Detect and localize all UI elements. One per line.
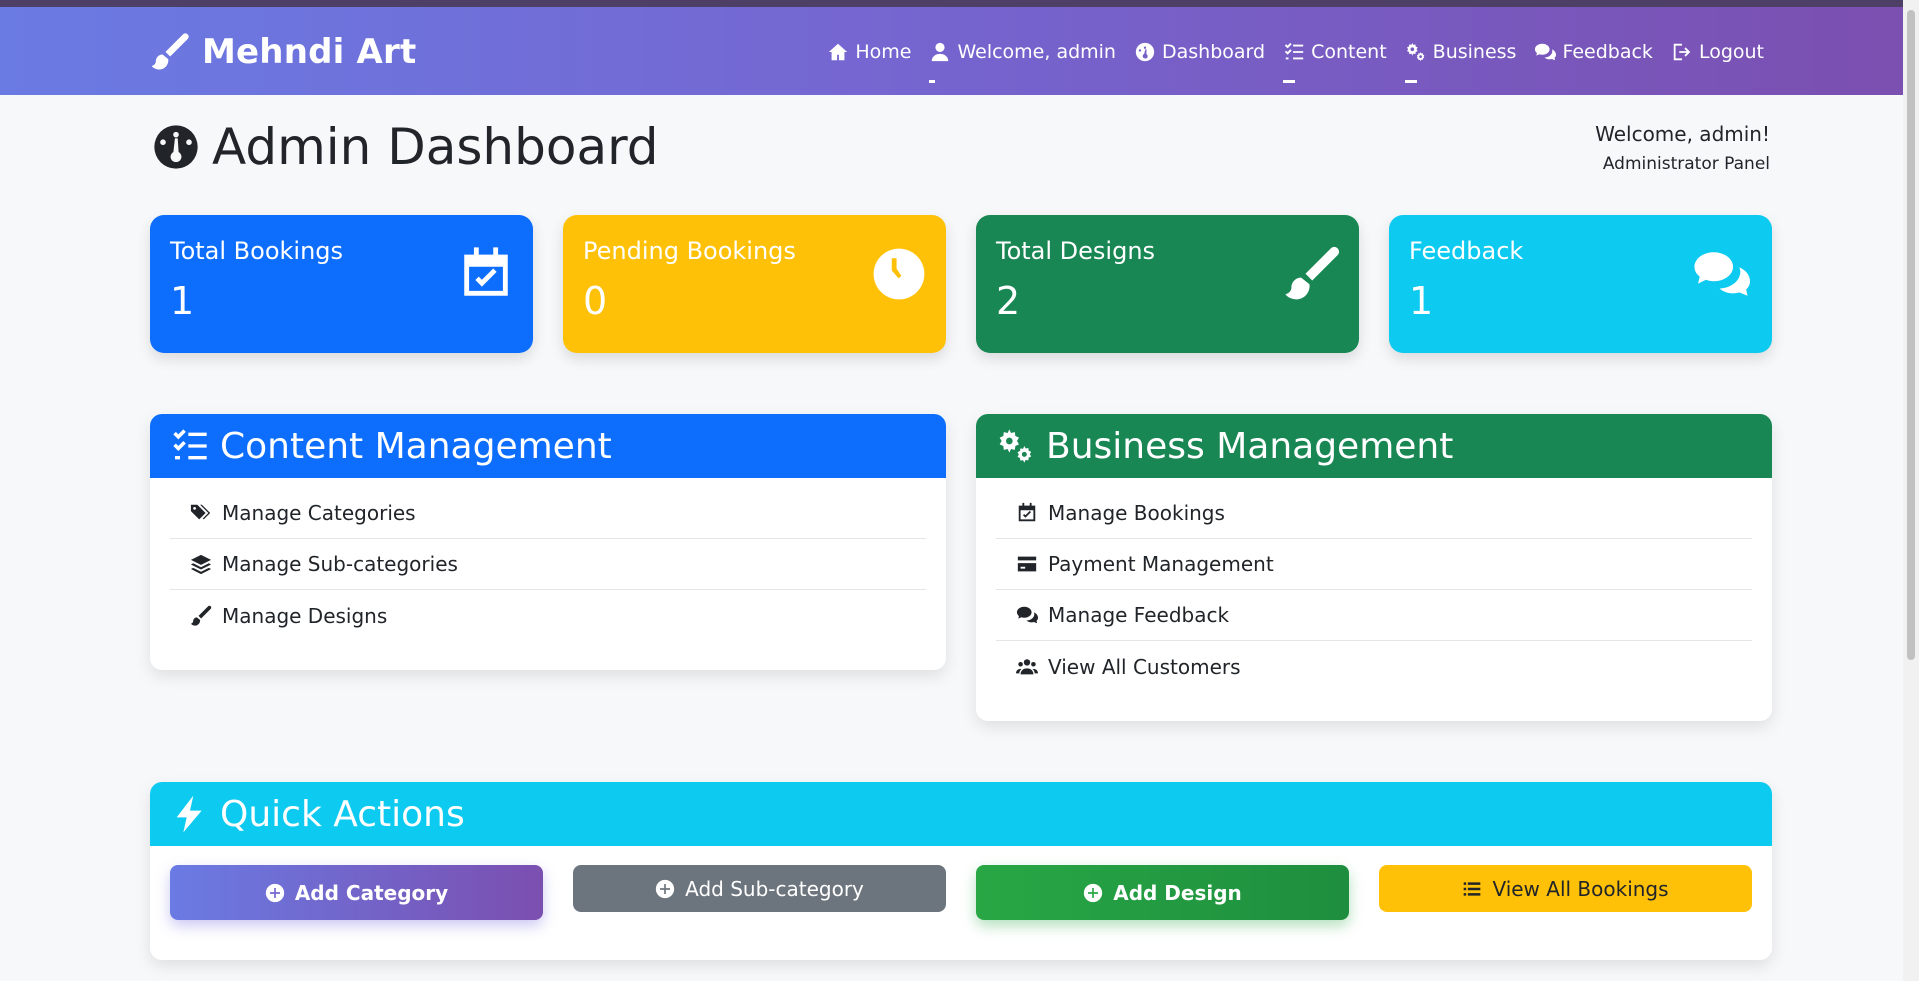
dropdown-indicator	[1404, 80, 1417, 83]
nav-dashboard[interactable]: Dashboard	[1134, 41, 1265, 63]
comments-icon	[1688, 245, 1754, 303]
add-design-button[interactable]: Add Design	[976, 865, 1349, 920]
stat-card-feedback: Feedback 1	[1389, 215, 1772, 353]
nav-feedback[interactable]: Feedback	[1534, 41, 1653, 63]
list-check-icon	[1284, 42, 1304, 60]
list-item-label: Manage Categories	[222, 501, 416, 525]
panel-title: Content Management	[220, 425, 612, 467]
manage-categories-link[interactable]: Manage Categories	[170, 488, 926, 539]
panel-title: Quick Actions	[220, 793, 465, 835]
list-item-label: View All Customers	[1048, 654, 1241, 679]
calendar-check-icon	[457, 245, 515, 303]
manage-subcategories-link[interactable]: Manage Sub-categories	[170, 539, 926, 590]
calendar-check-icon	[1018, 502, 1036, 522]
tags-icon	[190, 504, 211, 520]
gears-icon	[999, 429, 1032, 463]
nav-welcome-user[interactable]: Welcome, admin	[929, 41, 1116, 83]
page-title: Admin Dashboard	[212, 118, 659, 176]
button-label: Add Sub-category	[685, 876, 864, 901]
list-icon	[1464, 881, 1481, 896]
payment-management-link[interactable]: Payment Management	[996, 539, 1752, 590]
plus-circle-icon	[655, 879, 675, 898]
page-scrollbar[interactable]	[1903, 0, 1919, 981]
clock-icon	[870, 245, 928, 303]
paintbrush-icon	[1283, 245, 1341, 303]
comments-icon	[1535, 43, 1557, 61]
user-icon	[932, 42, 949, 62]
dropdown-indicator	[929, 80, 936, 83]
button-label: Add Category	[294, 880, 449, 905]
credit-card-icon	[1017, 556, 1037, 572]
panel-header: Content Management	[150, 414, 946, 478]
role-text: Administrator Panel	[1602, 154, 1770, 174]
panel-header: Business Management	[976, 414, 1772, 478]
navbar: Mehndi Art Home Welcome, admin Dashboard…	[0, 7, 1919, 95]
gauge-icon	[154, 125, 198, 169]
welcome-text: Welcome, admin!	[1595, 122, 1770, 146]
nav-label: Home	[855, 41, 912, 63]
gauge-icon	[1135, 42, 1155, 62]
content-links: Manage Categories Manage Sub-categories …	[150, 478, 946, 641]
brand-link[interactable]: Mehndi Art	[150, 31, 416, 73]
add-subcategory-button[interactable]: Add Sub-category	[573, 865, 946, 912]
main-nav: Home Welcome, admin Dashboard Content Bu…	[827, 41, 1764, 83]
nav-label: Content	[1311, 41, 1387, 63]
button-label: Add Design	[1113, 880, 1242, 905]
list-check-icon	[173, 429, 207, 460]
scrollbar-thumb[interactable]	[1907, 10, 1915, 660]
business-management-panel: Business Management Manage Bookings Paym…	[976, 414, 1772, 721]
list-item-label: Manage Feedback	[1048, 603, 1230, 627]
page-header: Admin Dashboard	[150, 118, 659, 176]
logout-icon	[1673, 43, 1691, 61]
layers-icon	[190, 554, 212, 575]
list-item-label: Payment Management	[1048, 552, 1274, 576]
paintbrush-icon	[190, 605, 212, 626]
stat-card-total-bookings: Total Bookings 1	[150, 215, 533, 353]
paintbrush-icon	[151, 33, 189, 70]
list-item-label: Manage Sub-categories	[222, 552, 458, 576]
gears-icon	[1406, 42, 1424, 62]
browser-edge	[0, 0, 1919, 7]
manage-bookings-link[interactable]: Manage Bookings	[996, 488, 1752, 539]
brand-name: Mehndi Art	[202, 32, 417, 72]
nav-logout[interactable]: Logout	[1671, 41, 1764, 63]
stat-card-pending-bookings: Pending Bookings 0	[563, 215, 946, 353]
button-label: View All Bookings	[1492, 876, 1669, 901]
comments-icon	[1016, 606, 1038, 624]
nav-label: Welcome, admin	[957, 41, 1116, 63]
manage-designs-link[interactable]: Manage Designs	[170, 590, 926, 641]
bolt-icon	[176, 795, 202, 833]
panel-header: Quick Actions	[150, 782, 1772, 846]
users-icon	[1016, 658, 1038, 674]
view-all-customers-link[interactable]: View All Customers	[996, 641, 1752, 692]
nav-content[interactable]: Content	[1283, 41, 1387, 83]
business-links: Manage Bookings Payment Management Manag…	[976, 478, 1772, 692]
home-icon	[829, 43, 848, 61]
panel-title: Business Management	[1046, 425, 1454, 467]
dropdown-indicator	[1283, 80, 1296, 83]
welcome-block: Welcome, admin! Administrator Panel	[1595, 122, 1770, 174]
nav-label: Business	[1432, 41, 1517, 63]
list-item-label: Manage Designs	[222, 603, 388, 628]
nav-business[interactable]: Business	[1404, 41, 1517, 83]
plus-circle-icon	[1084, 883, 1103, 902]
nav-label: Logout	[1698, 41, 1764, 63]
nav-home[interactable]: Home	[827, 41, 911, 63]
view-all-bookings-button[interactable]: View All Bookings	[1379, 865, 1752, 912]
add-category-button[interactable]: Add Category	[170, 865, 543, 920]
stat-card-total-designs: Total Designs 2	[976, 215, 1359, 353]
list-item-label: Manage Bookings	[1048, 501, 1225, 525]
nav-label: Dashboard	[1161, 41, 1266, 63]
plus-circle-icon	[265, 883, 284, 902]
manage-feedback-link[interactable]: Manage Feedback	[996, 590, 1752, 641]
nav-label: Feedback	[1562, 41, 1653, 63]
content-management-panel: Content Management Manage Categories Man…	[150, 414, 946, 670]
